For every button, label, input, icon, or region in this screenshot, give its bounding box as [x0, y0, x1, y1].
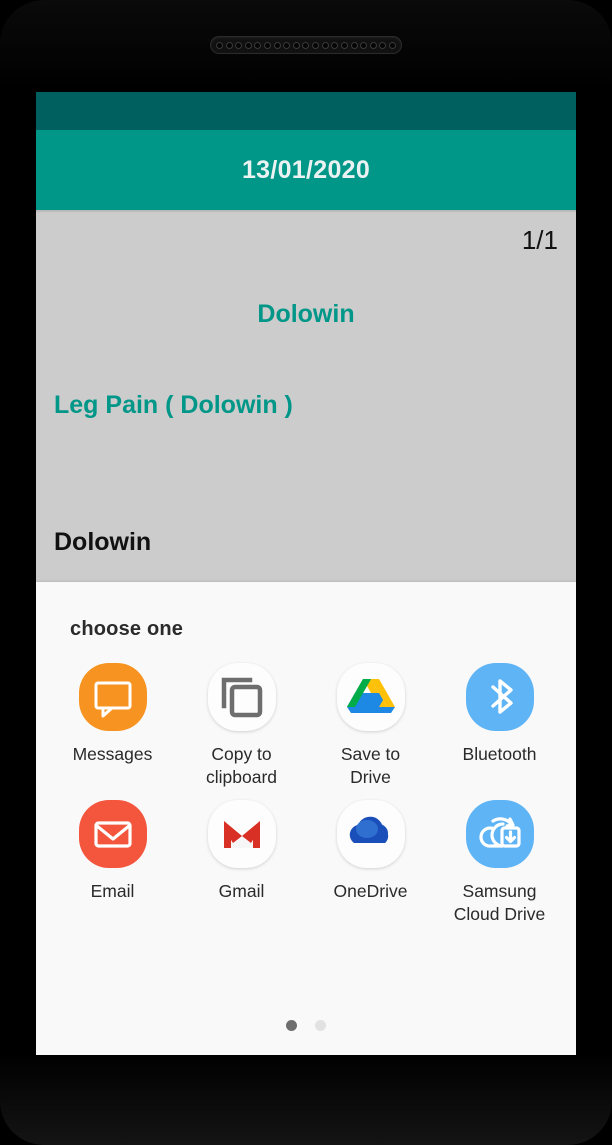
copy-clipboard-icon	[207, 663, 276, 731]
drug-indication-line: Leg Pain ( Dolowin )	[54, 391, 293, 419]
share-sheet-title: choose one	[70, 618, 184, 640]
messages-icon	[78, 663, 147, 731]
share-target-label: Samsung Cloud Drive	[453, 880, 546, 924]
email-icon	[78, 799, 147, 868]
share-target-gmail[interactable]: Gmail	[177, 799, 306, 927]
share-target-label: Messages	[72, 744, 153, 764]
phone-screen: 13/01/2020 1/1 Dolowin Leg Pain ( Dolowi…	[36, 92, 576, 1055]
speaker-hole	[379, 41, 387, 49]
share-target-label: Bluetooth	[462, 744, 537, 764]
speaker-hole	[321, 41, 329, 49]
earpiece-speaker-grille	[210, 36, 402, 54]
speaker-hole	[235, 41, 243, 49]
speaker-hole	[216, 41, 223, 49]
drug-note: Dolowin	[54, 528, 152, 556]
share-target-onedrive[interactable]: OneDrive	[306, 799, 435, 927]
samsung-cloud-drive-icon	[465, 799, 534, 868]
speaker-hole	[273, 41, 281, 49]
share-target-icon-wrap	[336, 663, 405, 731]
share-target-icon-wrap	[336, 799, 405, 868]
speaker-hole	[225, 41, 233, 49]
share-target-icon-wrap	[78, 663, 147, 731]
share-target-icon-wrap	[207, 663, 276, 731]
speaker-hole	[340, 41, 348, 49]
app-bar: 13/01/2020	[36, 130, 576, 210]
speaker-hole	[388, 41, 396, 49]
speaker-hole	[360, 41, 368, 49]
share-target-grid: Messages Copy to clipboard Save to Drive…	[36, 641, 576, 926]
share-target-label: OneDrive	[333, 880, 408, 901]
share-target-copy-clipboard[interactable]: Copy to clipboard	[177, 663, 306, 790]
share-target-label: Gmail	[218, 880, 265, 901]
share-sheet-pagination[interactable]	[36, 1020, 576, 1031]
page-counter: 1/1	[521, 225, 558, 255]
speaker-hole	[254, 41, 262, 49]
share-target-email[interactable]: Email	[48, 799, 177, 927]
share-target-icon-wrap	[207, 799, 276, 868]
share-target-icon-wrap	[78, 799, 147, 868]
phone-device: 13/01/2020 1/1 Dolowin Leg Pain ( Dolowi…	[0, 0, 612, 1145]
gmail-icon	[207, 799, 276, 868]
speaker-hole	[369, 41, 377, 49]
drug-title: Dolowin	[257, 300, 355, 328]
speaker-hole	[312, 41, 320, 49]
content-area: 1/1 Dolowin Leg Pain ( Dolowin ) Dolowin	[36, 213, 576, 585]
speaker-hole	[264, 41, 272, 49]
share-sheet: choose one Messages Copy to clipboard Sa…	[36, 582, 576, 1055]
page-title: 13/01/2020	[241, 155, 371, 184]
share-target-bluetooth[interactable]: Bluetooth	[435, 663, 564, 790]
pagination-dot-active[interactable]	[286, 1020, 297, 1031]
share-target-messages[interactable]: Messages	[48, 663, 177, 790]
share-target-google-drive[interactable]: Save to Drive	[306, 663, 435, 790]
share-target-icon-wrap	[465, 799, 534, 868]
status-bar	[36, 92, 576, 130]
pagination-dot[interactable]	[315, 1020, 326, 1031]
share-target-icon-wrap	[465, 663, 534, 731]
google-drive-icon	[336, 663, 405, 731]
speaker-hole	[292, 41, 300, 49]
share-target-label: Copy to clipboard	[205, 744, 278, 788]
share-target-label: Email	[90, 880, 135, 901]
speaker-hole	[244, 41, 252, 49]
bluetooth-icon	[465, 663, 534, 731]
speaker-hole	[283, 41, 291, 49]
speaker-hole	[331, 41, 339, 49]
share-target-samsung-cloud-drive[interactable]: Samsung Cloud Drive	[435, 799, 564, 927]
share-target-label: Save to Drive	[340, 744, 401, 788]
onedrive-icon	[336, 799, 405, 868]
speaker-hole	[350, 41, 358, 49]
speaker-hole	[302, 41, 310, 49]
